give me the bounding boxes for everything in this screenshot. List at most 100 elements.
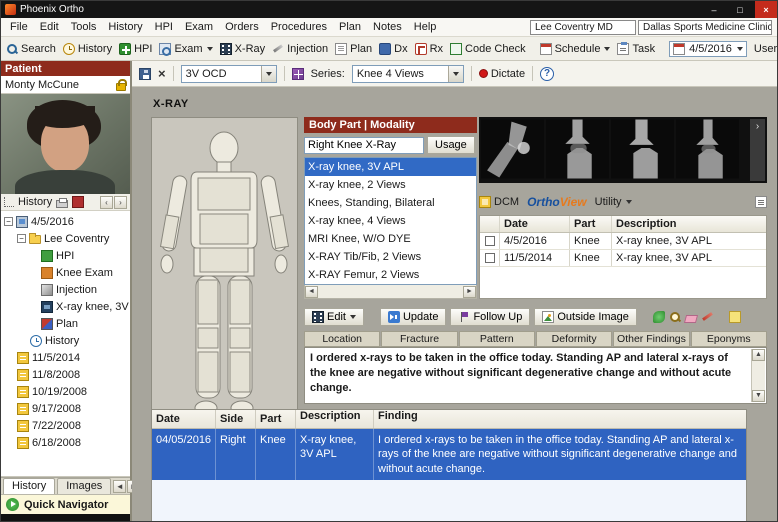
view-select-dropdown[interactable] [260, 65, 276, 82]
tab-other-findings[interactable]: Other Findings [613, 331, 690, 347]
xray-thumbnail-ap-3[interactable] [676, 119, 739, 179]
scroll-left-button[interactable]: ◄ [305, 285, 318, 298]
quick-navigator[interactable]: Quick Navigator [1, 494, 130, 514]
finding-textarea[interactable]: I ordered x-rays to be taken in the offi… [304, 347, 767, 404]
results-header-part[interactable]: Part [256, 410, 296, 428]
utility-menu-button[interactable]: Utility [595, 196, 632, 208]
orthoview-logo[interactable]: OrthoView [527, 195, 587, 209]
tree-node-past-visit[interactable]: 7/22/2008 [1, 417, 130, 434]
scrollbar-track[interactable] [318, 286, 463, 298]
toolbar-dx-button[interactable]: Dx [379, 42, 408, 55]
tree-node-hpi[interactable]: HPI [1, 247, 130, 264]
scroll-down-button[interactable]: ▼ [752, 390, 765, 402]
help-button[interactable]: ? [540, 66, 555, 81]
region-hip[interactable] [199, 247, 249, 273]
menu-edit[interactable]: Edit [34, 20, 65, 34]
procedure-item[interactable]: Knees, Standing, Bilateral [305, 194, 476, 212]
tree-node-past-visit[interactable]: 11/8/2008 [1, 366, 130, 383]
tree-node-past-visit[interactable]: 9/17/2008 [1, 400, 130, 417]
patient-photo[interactable] [1, 94, 130, 194]
toolbar-schedule-button[interactable]: Schedule [539, 42, 611, 55]
results-row-selected[interactable]: 04/05/2016 Right Knee X-ray knee, 3V APL… [152, 429, 746, 480]
collapse-icon[interactable]: − [17, 234, 26, 243]
tree-node-past-visit[interactable]: 6/18/2008 [1, 434, 130, 451]
toolbar-xray-button[interactable]: X-Ray [219, 42, 265, 55]
menu-hpi[interactable]: HPI [149, 20, 179, 34]
chart-icon[interactable] [72, 196, 85, 208]
toolbar-plan-button[interactable]: Plan [335, 42, 372, 55]
menu-plan[interactable]: Plan [333, 20, 367, 34]
study-header-description[interactable]: Description [612, 216, 766, 232]
visit-date-picker[interactable]: 4/5/2016 [669, 40, 747, 57]
menu-history[interactable]: History [102, 20, 148, 34]
region-neck[interactable] [216, 161, 232, 174]
xray-thumbnail-ap-1[interactable] [546, 119, 609, 179]
red-pen-icon[interactable] [701, 311, 713, 323]
sticky-note-icon[interactable] [728, 310, 741, 323]
procedure-list-hscrollbar[interactable]: ◄ ► [304, 285, 477, 299]
procedure-item[interactable]: X-ray knee, 2 Views [305, 176, 476, 194]
toolbar-rx-button[interactable]: Rx [414, 42, 443, 55]
toolbar-exam-button[interactable]: Exam [159, 42, 213, 56]
tab-images[interactable]: Images [57, 478, 112, 494]
close-document-icon[interactable]: × [158, 67, 166, 80]
notes-icon[interactable] [755, 196, 767, 208]
tree-node-past-visit[interactable]: 10/19/2008 [1, 383, 130, 400]
body-map[interactable] [152, 118, 297, 431]
scroll-left-button[interactable]: ‹ [100, 195, 113, 209]
dictate-button[interactable]: Dictate [478, 68, 525, 80]
toolbar-codecheck-button[interactable]: Code Check [450, 42, 526, 55]
study-header-date[interactable]: Date [500, 216, 570, 232]
region-abdomen[interactable] [199, 213, 249, 245]
xray-thumbnail-lateral[interactable] [481, 119, 544, 179]
region-left-thigh[interactable] [197, 279, 219, 325]
region-right-knee[interactable] [229, 327, 251, 349]
menu-notes[interactable]: Notes [367, 20, 408, 34]
procedure-item[interactable]: X-ray knee, 4 Views [305, 212, 476, 230]
tab-deformity[interactable]: Deformity [535, 331, 613, 347]
zoom-plus-icon[interactable] [669, 311, 681, 323]
checkbox[interactable] [484, 236, 495, 246]
view-select[interactable]: 3V OCD [180, 64, 277, 83]
series-select-dropdown[interactable] [447, 65, 463, 82]
collapse-icon[interactable]: − [4, 217, 13, 226]
results-header-description[interactable]: Description [296, 410, 374, 428]
patient-name-row[interactable]: Monty McCune [1, 76, 130, 94]
toolbar-history-button[interactable]: History [62, 42, 112, 55]
series-select[interactable]: Knee 4 Views [351, 64, 464, 83]
tree-node-injection[interactable]: Injection [1, 281, 130, 298]
region-head[interactable] [209, 131, 239, 165]
study-row[interactable]: 11/5/2014 Knee X-ray knee, 3V APL [480, 250, 766, 267]
tab-pattern[interactable]: Pattern [458, 331, 535, 347]
eraser-icon[interactable] [683, 314, 698, 323]
edit-button[interactable]: Edit [304, 307, 364, 326]
provider-field[interactable]: Lee Coventry MD [530, 19, 636, 35]
tree-node-visit-date[interactable]: − 4/5/2016 [1, 213, 130, 230]
finding-vscrollbar[interactable]: ▲ ▼ [751, 349, 765, 402]
menu-exam[interactable]: Exam [179, 20, 219, 34]
printer-icon[interactable] [56, 198, 69, 208]
region-chest[interactable] [197, 177, 251, 211]
menu-procedures[interactable]: Procedures [265, 20, 333, 34]
scroll-right-button[interactable]: ► [463, 285, 476, 298]
tabs-scroll-left-button[interactable]: ◄ [113, 480, 127, 493]
tree-node-knee-exam[interactable]: Knee Exam [1, 264, 130, 281]
follow-up-button[interactable]: Follow Up [450, 307, 531, 326]
procedure-item-selected[interactable]: X-ray knee, 3V APL [305, 158, 476, 176]
tree-node-plan[interactable]: Plan [1, 315, 130, 332]
minimize-button[interactable]: – [703, 1, 725, 18]
region-left-knee[interactable] [197, 327, 219, 349]
tab-location[interactable]: Location [304, 331, 381, 347]
tab-fracture[interactable]: Fracture [381, 331, 458, 347]
toolbar-search-button[interactable]: Search [6, 43, 56, 55]
template-icon[interactable] [652, 310, 665, 323]
procedure-item[interactable]: MRI Knee, W/O DYE [305, 230, 476, 248]
usage-button[interactable]: Usage [427, 136, 475, 154]
dcm-button[interactable]: DCM [479, 196, 519, 208]
procedure-item[interactable]: X-RAY Tib/Fib, 2 Views [305, 248, 476, 266]
region-right-hand[interactable] [274, 254, 288, 274]
tree-node-history[interactable]: History [1, 332, 130, 349]
menu-orders[interactable]: Orders [219, 20, 265, 34]
study-row[interactable]: 4/5/2016 Knee X-ray knee, 3V APL [480, 233, 766, 250]
toolbar-task-button[interactable]: Task [617, 41, 655, 55]
